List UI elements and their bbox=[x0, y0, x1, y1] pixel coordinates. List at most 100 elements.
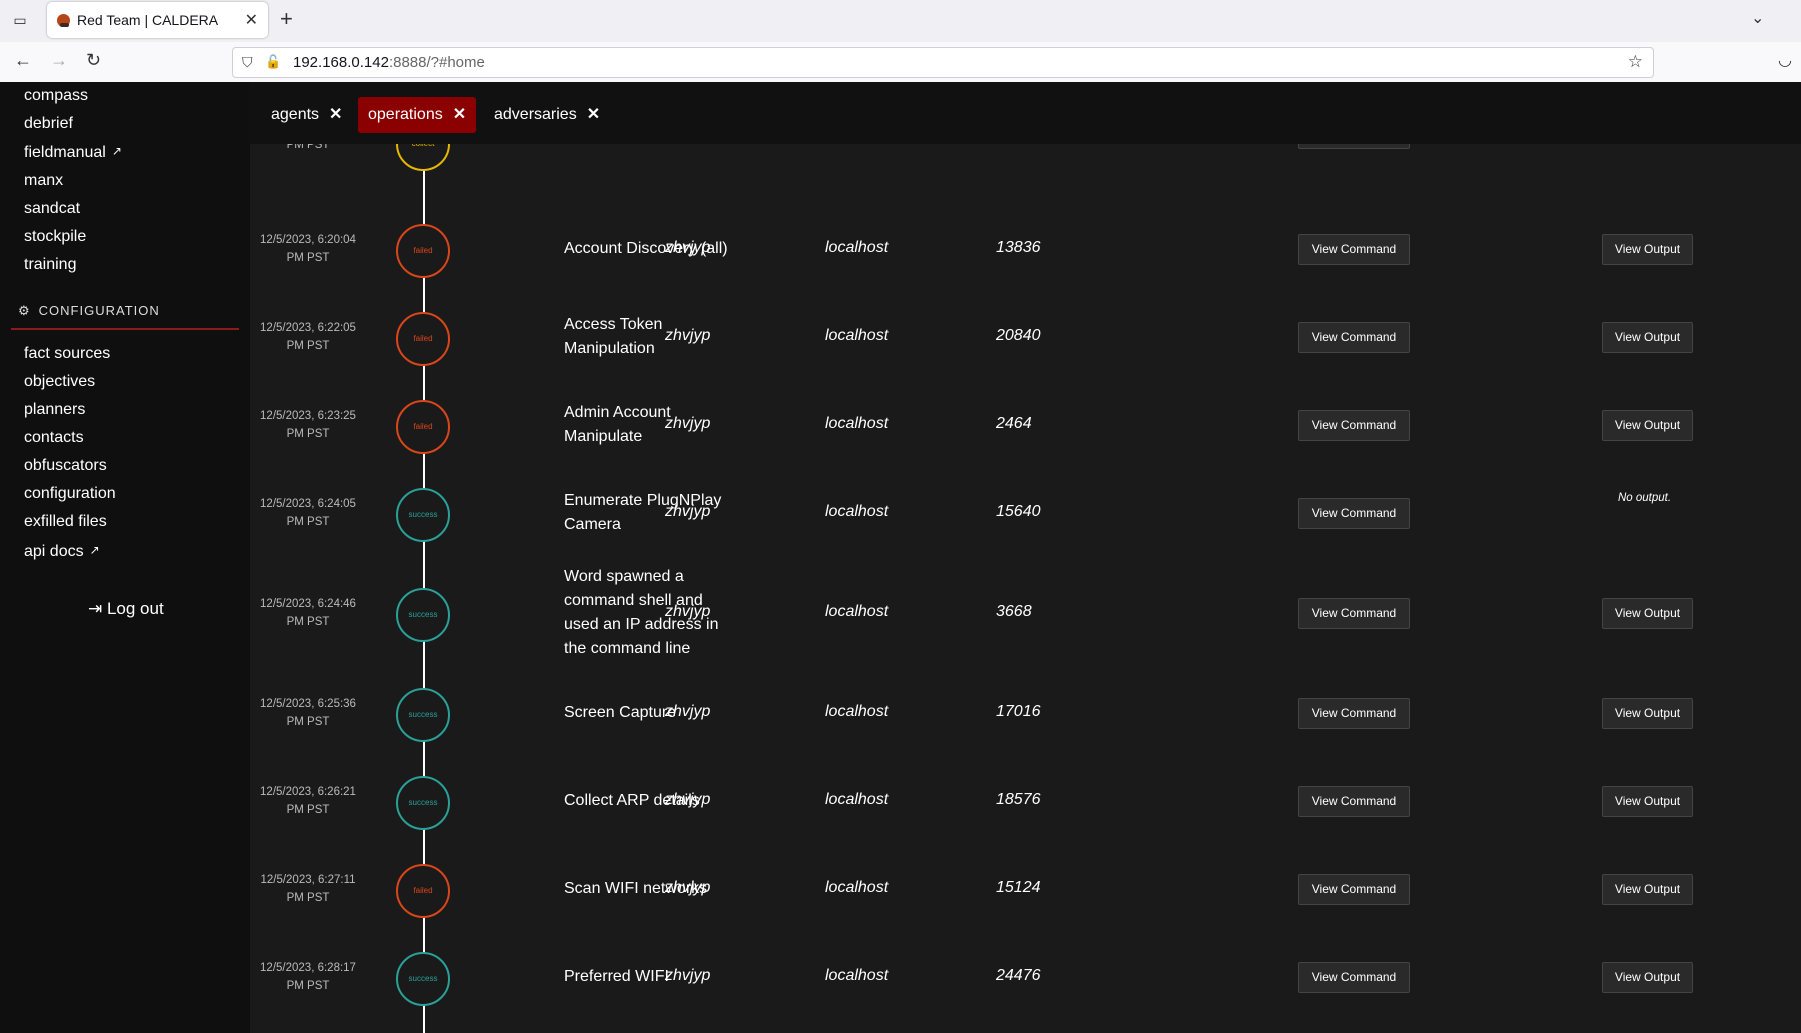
tab-operations[interactable]: operations ✕ bbox=[358, 97, 477, 133]
host: localhost bbox=[825, 967, 889, 984]
view-output-button[interactable]: View Output bbox=[1602, 786, 1693, 817]
host: localhost bbox=[825, 327, 889, 344]
sidebar-item-fact-sources[interactable]: fact sources bbox=[24, 345, 110, 363]
view-output-button[interactable]: View Output bbox=[1602, 322, 1693, 353]
host: localhost bbox=[825, 791, 889, 808]
table-row: 12/5/2023, 6:27:11 PM PST failed Scan WIFI … bbox=[250, 845, 1801, 933]
sidebar: compass debrief fieldmanual ↗ manx sandca… bbox=[0, 82, 250, 1033]
open-tabs-bar: agents ✕ operations ✕ adversaries ✕ bbox=[250, 82, 1801, 144]
table-row: 12/5/2023, 6:26:21 PM PST success Collect A… bbox=[250, 757, 1801, 845]
view-command-button[interactable]: View Command bbox=[1298, 498, 1410, 529]
pid: 20840 bbox=[996, 327, 1041, 344]
table-row: 12/5/2023, 6:25:36 PM PST success Screen Ca… bbox=[250, 669, 1801, 757]
logout-label: Log out bbox=[106, 599, 164, 618]
browser-tab[interactable]: Red Team | CALDERA ✕ bbox=[47, 2, 268, 38]
sidebar-item-configuration[interactable]: configuration bbox=[24, 485, 116, 503]
pid: 13836 bbox=[996, 239, 1041, 256]
view-output-button[interactable]: View Output bbox=[1602, 598, 1693, 629]
pid: 15640 bbox=[996, 503, 1041, 520]
sidebar-item-obfuscators[interactable]: obfuscators bbox=[24, 457, 107, 475]
timestamp-tz: PM PST bbox=[286, 716, 330, 728]
timestamp-tz: PM PST bbox=[286, 340, 330, 352]
view-output-button[interactable]: View Output bbox=[1602, 234, 1693, 265]
status-badge[interactable]: success bbox=[396, 688, 450, 742]
sidebar-item-label: api docs bbox=[24, 543, 84, 560]
sidebar-item-stockpile[interactable]: stockpile bbox=[24, 228, 86, 246]
shield-icon[interactable]: ⛉ bbox=[242, 54, 253, 71]
pid: 15124 bbox=[996, 879, 1041, 896]
timestamp: 12/5/2023, 6:27:11 PM PST bbox=[260, 871, 356, 907]
reload-icon[interactable]: ↻ bbox=[86, 50, 101, 71]
forward-icon[interactable]: → bbox=[50, 50, 68, 71]
host: localhost bbox=[825, 879, 889, 896]
status-badge[interactable]: failed bbox=[396, 312, 450, 366]
view-output-button[interactable]: View Output bbox=[1602, 962, 1693, 993]
close-tab-icon[interactable]: ✕ bbox=[245, 10, 258, 30]
status-badge[interactable]: success bbox=[396, 952, 450, 1006]
view-command-button[interactable]: View Command bbox=[1298, 322, 1410, 353]
agent-paw: zhvjyp bbox=[665, 703, 711, 720]
sidebar-item-manx[interactable]: manx bbox=[24, 172, 63, 190]
table-row: 12/5/2023, 6:22:05 PM PST failed Access Tok… bbox=[250, 293, 1801, 381]
sidebar-item-contacts[interactable]: contacts bbox=[24, 429, 84, 447]
status-badge[interactable]: success bbox=[396, 588, 450, 642]
table-row: 12/5/2023, 6:28:17 PM PST success Preferred… bbox=[250, 933, 1801, 1021]
agent-paw: zhvjyp bbox=[665, 327, 711, 344]
timestamp-date: 12/5/2023, 6:23:25 bbox=[260, 410, 356, 422]
status-badge[interactable]: failed bbox=[396, 224, 450, 278]
bookmark-star-icon[interactable]: ☆ bbox=[1628, 52, 1643, 72]
sidebar-item-exfilled-files[interactable]: exfilled files bbox=[24, 513, 107, 531]
chevron-down-icon[interactable]: ⌄ bbox=[1751, 8, 1764, 28]
external-link-icon: ↗ bbox=[89, 543, 100, 557]
insecure-lock-icon[interactable]: 🔓 bbox=[265, 54, 281, 70]
sidebar-item-sandcat[interactable]: sandcat bbox=[24, 200, 80, 218]
sidebar-item-debrief[interactable]: debrief bbox=[24, 115, 73, 133]
view-command-button[interactable]: View Command bbox=[1298, 874, 1410, 905]
no-output-text: No output. bbox=[1618, 492, 1672, 504]
view-command-button[interactable]: View Command bbox=[1298, 786, 1410, 817]
pid: 3668 bbox=[996, 603, 1032, 620]
view-command-button[interactable]: View Command bbox=[1298, 962, 1410, 993]
back-icon[interactable]: ← bbox=[14, 50, 32, 71]
close-icon[interactable]: ✕ bbox=[587, 106, 600, 123]
browser-nav-bar: ← → ↻ ⛉ 🔓 192.168.0.142:8888/?#home ☆ ◡ bbox=[0, 42, 1801, 83]
tab-adversaries[interactable]: adversaries ✕ bbox=[484, 97, 610, 133]
pid: 17016 bbox=[996, 703, 1041, 720]
sidebar-item-objectives[interactable]: objectives bbox=[24, 373, 95, 391]
view-output-button[interactable]: View Output bbox=[1602, 410, 1693, 441]
tab-agents[interactable]: agents ✕ bbox=[261, 97, 352, 133]
timestamp: 12/5/2023, 6:24:05 PM PST bbox=[260, 495, 356, 531]
close-icon[interactable]: ✕ bbox=[453, 106, 466, 123]
close-icon[interactable]: ✕ bbox=[329, 106, 342, 123]
sidebar-item-api-docs[interactable]: api docs ↗ bbox=[24, 543, 100, 561]
pid: 18576 bbox=[996, 791, 1041, 808]
timestamp-tz: PM PST bbox=[286, 804, 330, 816]
sidebar-item-training[interactable]: training bbox=[24, 256, 76, 274]
host: localhost bbox=[825, 603, 889, 620]
sidebar-item-planners[interactable]: planners bbox=[24, 401, 85, 419]
status-badge[interactable]: success bbox=[396, 776, 450, 830]
logout-button[interactable]: ⇥ Log out bbox=[88, 599, 164, 619]
address-bar[interactable]: ⛉ 🔓 192.168.0.142:8888/?#home ☆ bbox=[232, 47, 1654, 78]
timestamp: 12/5/2023, 6:26:21 PM PST bbox=[260, 783, 356, 819]
timestamp: 12/5/2023, 6:20:04 PM PST bbox=[260, 231, 356, 267]
view-output-button[interactable]: View Output bbox=[1602, 874, 1693, 905]
view-command-button[interactable]: View Command bbox=[1298, 410, 1410, 441]
pocket-icon[interactable]: ◡ bbox=[1778, 50, 1792, 70]
view-command-button[interactable]: View Command bbox=[1298, 598, 1410, 629]
status-badge[interactable]: failed bbox=[396, 864, 450, 918]
browser-tab-bar: ▭ Red Team | CALDERA ✕ + ⌄ bbox=[0, 0, 1801, 42]
agent-paw: zhvjyp bbox=[665, 791, 711, 808]
timestamp-date: 12/5/2023, 6:24:05 bbox=[260, 498, 356, 510]
tab-list-icon[interactable]: ▭ bbox=[8, 10, 32, 30]
view-output-button[interactable]: View Output bbox=[1602, 698, 1693, 729]
new-tab-icon[interactable]: + bbox=[280, 6, 293, 32]
sidebar-item-fieldmanual[interactable]: fieldmanual ↗ bbox=[24, 144, 122, 162]
status-badge[interactable]: success bbox=[396, 488, 450, 542]
sidebar-item-compass[interactable]: compass bbox=[24, 87, 88, 105]
status-badge[interactable]: failed bbox=[396, 400, 450, 454]
timestamp-date: 12/5/2023, 6:24:46 bbox=[260, 598, 356, 610]
view-command-button[interactable]: View Command bbox=[1298, 698, 1410, 729]
view-command-button[interactable]: View Command bbox=[1298, 234, 1410, 265]
timestamp-tz: PM PST bbox=[286, 980, 330, 992]
